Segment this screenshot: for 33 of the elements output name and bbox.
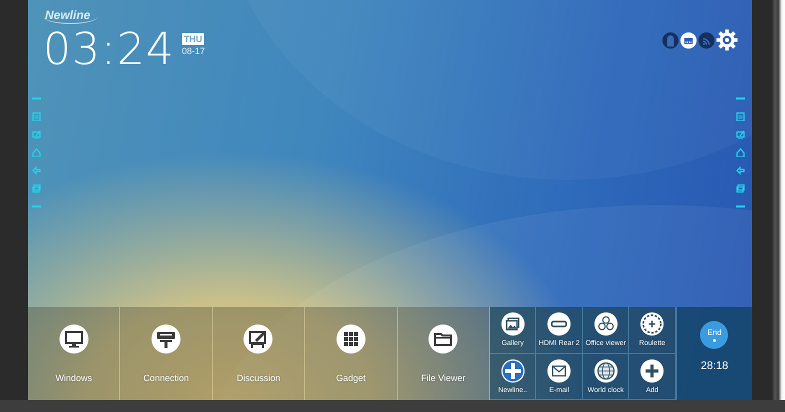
folder-icon [428,324,458,354]
windows-icon[interactable] [736,184,745,193]
note-icon[interactable] [32,112,41,121]
home-icon[interactable] [32,148,41,157]
back-icon[interactable] [32,166,41,175]
back-icon[interactable] [736,166,745,175]
windows-icon[interactable] [32,184,41,193]
settings-icon[interactable] [716,29,738,51]
cross-badge-icon [500,358,525,382]
monitor-icon [58,324,89,354]
globe-icon [594,358,618,382]
circles-icon [594,312,618,336]
device-stand-icon [151,324,182,354]
ethernet-icon[interactable] [680,32,697,48]
envelope-icon [547,358,572,382]
grid-icon [336,324,366,354]
board-pen-icon[interactable] [736,130,745,139]
date-text: 08-17 [182,46,205,56]
launcher-tile[interactable]: File Viewer [398,307,489,400]
timer-text: 28:18 [700,360,728,372]
easel-icon [243,324,274,354]
clock-time: 03:24 [43,30,175,70]
board-pen-icon[interactable] [32,130,41,139]
user-icon[interactable] [662,32,679,48]
home-icon[interactable] [736,148,745,157]
note-icon[interactable] [736,112,745,121]
weekday-badge: THU [182,33,204,45]
plus-icon [640,358,664,382]
wheel-icon [640,312,664,336]
pictures-icon [500,312,525,336]
port-icon [547,312,572,336]
logo: Newline [43,8,98,24]
wifi-icon[interactable] [698,32,715,48]
